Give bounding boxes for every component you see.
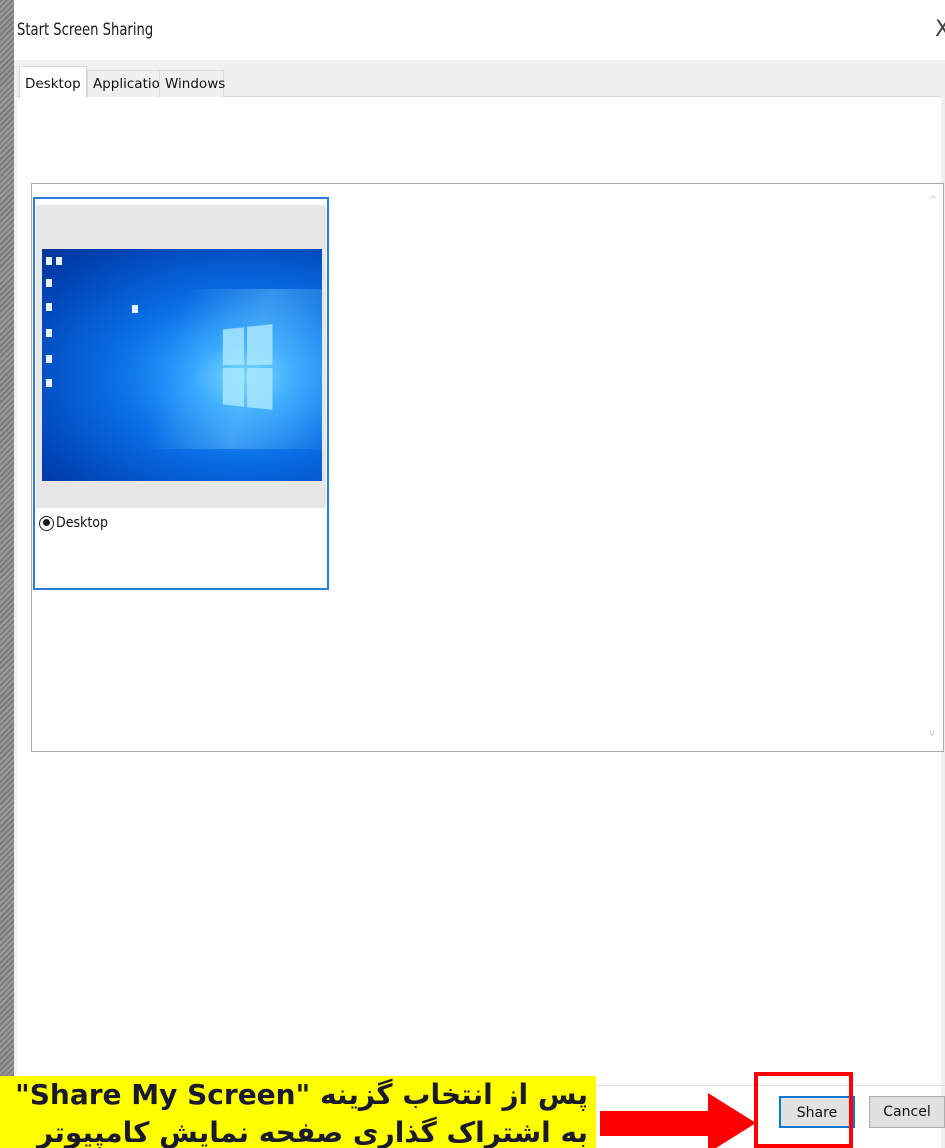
instruction-line-2: به اشتراک گذاری صفحه نمایش کامپیوتر [36,1116,588,1148]
wallpaper-light-beam [102,289,322,449]
pointer-arrow-icon [708,1093,756,1148]
instruction-line-1: پس از انتخاب گزینه "Share My Screen" [15,1078,588,1111]
scroll-up-icon[interactable]: ^ [929,196,939,206]
title-bar: Start Screen Sharing X [14,0,945,60]
pointer-arrow-shaft [600,1111,710,1136]
desktop-shortcut-icon [46,303,52,311]
screen-item-desktop[interactable]: Desktop [33,197,329,590]
share-button[interactable]: Share [779,1096,855,1128]
thumbnail-frame [36,205,326,508]
desktop-shortcut-icon [46,355,52,363]
radio-selected-icon[interactable] [39,515,54,531]
scroll-down-icon[interactable]: v [929,729,939,739]
close-icon[interactable]: X [935,17,945,43]
tab-desktop[interactable]: Desktop [19,66,87,98]
desktop-shortcut-icon [56,257,62,265]
dialog-title: Start Screen Sharing [17,20,154,40]
tab-windows-label: Windows [165,76,226,92]
tab-windows[interactable]: Windows [159,70,226,97]
desktop-thumbnail [42,249,322,481]
screen-item-label: Desktop [56,515,108,531]
desktop-shortcut-icon [46,257,52,265]
tab-desktop-label: Desktop [25,76,81,92]
desktop-radio-row[interactable]: Desktop [39,512,114,534]
desktop-shortcut-icon [46,329,52,337]
vertical-scrollbar[interactable]: ^ v [926,184,943,751]
desktop-shortcut-icon [46,279,52,287]
windows-logo-icon [222,324,273,410]
cancel-button[interactable]: Cancel [869,1096,945,1128]
desktop-file-icon [132,305,138,313]
desktop-shortcut-icon [46,379,52,387]
instruction-note: پس از انتخاب گزینه "Share My Screen" به … [0,1076,596,1148]
start-screen-sharing-dialog: Start Screen Sharing X Desktop Applicati… [14,0,945,1148]
